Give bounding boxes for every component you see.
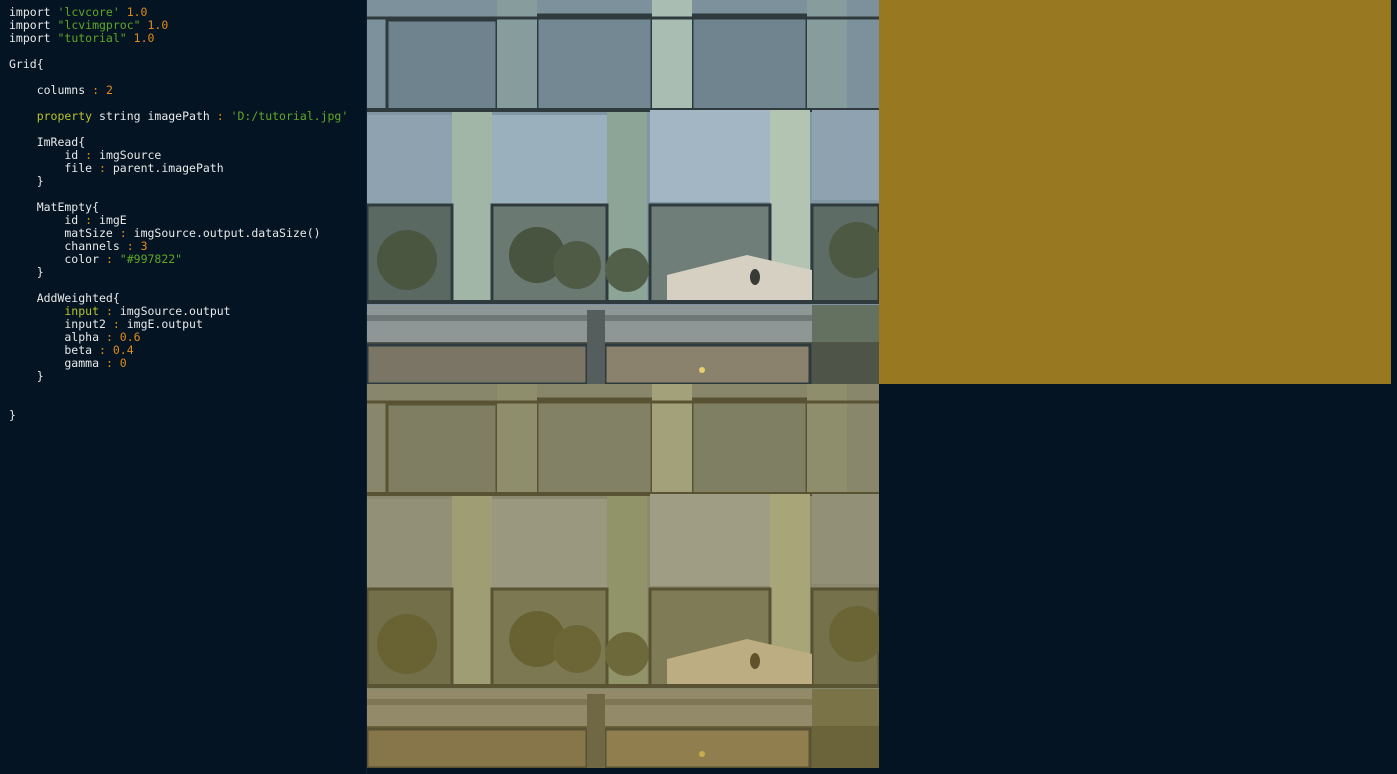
code-token: string imagePath xyxy=(92,109,217,123)
code-token: } xyxy=(9,174,44,188)
code-line[interactable]: file : parent.imagePath xyxy=(9,162,348,175)
code-token: property xyxy=(9,109,93,123)
code-token: "#997822" xyxy=(112,252,183,266)
code-token: columns xyxy=(9,83,93,97)
code-token: } xyxy=(9,408,16,422)
code-token: : xyxy=(216,109,224,123)
code-token: input xyxy=(9,304,100,318)
blend-tint-overlay xyxy=(367,384,879,768)
code-token: 0 xyxy=(112,356,127,370)
code-line[interactable]: gamma : 0 xyxy=(9,357,348,370)
code-token: : xyxy=(112,317,120,331)
code-token: : xyxy=(105,252,113,266)
code-token: imgSource.output xyxy=(112,304,231,318)
code-line[interactable]: Grid{ xyxy=(9,58,348,71)
code-line[interactable]: import "tutorial" 1.0 xyxy=(9,32,348,45)
empty-mat-color xyxy=(879,0,1391,384)
code-line[interactable]: } xyxy=(9,409,348,422)
code-line[interactable]: color : "#997822" xyxy=(9,253,348,266)
code-token: parent.imagePath xyxy=(105,161,224,175)
code-line[interactable]: property string imagePath : 'D:/tutorial… xyxy=(9,109,349,123)
code-token: id xyxy=(9,213,86,227)
code-token: 1.0 xyxy=(119,5,148,19)
code-text[interactable]: import 'lcvcore' 1.0 import "lcvimgproc" … xyxy=(9,6,348,422)
code-token: MatEmpty{ xyxy=(9,200,100,214)
code-token: : xyxy=(99,343,106,357)
code-line[interactable] xyxy=(9,383,348,396)
code-token: : xyxy=(99,161,106,175)
code-token: } xyxy=(9,369,44,383)
code-line[interactable]: } xyxy=(9,370,348,383)
code-token: 0.6 xyxy=(112,330,141,344)
code-token: ImRead{ xyxy=(9,135,86,149)
code-token: id xyxy=(9,148,86,162)
code-token: : xyxy=(119,226,127,240)
code-token: channels xyxy=(9,239,127,253)
code-token: : xyxy=(105,304,113,318)
code-line[interactable] xyxy=(9,45,348,58)
code-token: 'D:/tutorial.jpg' xyxy=(223,109,349,123)
code-token: 1.0 xyxy=(126,31,155,45)
code-token: imgE.output xyxy=(119,317,203,331)
code-token: color xyxy=(9,252,106,266)
code-line[interactable]: } xyxy=(9,266,348,279)
app-window: import 'lcvcore' 1.0 import "lcvimgproc" … xyxy=(0,0,1397,774)
code-token: gamma xyxy=(9,356,106,370)
code-token: import xyxy=(9,5,58,19)
code-line[interactable]: columns : 2 xyxy=(9,84,348,97)
code-token: } xyxy=(9,265,44,279)
code-token: input2 xyxy=(9,317,113,331)
code-token: beta xyxy=(9,343,100,357)
code-token: imgSource.output.dataSize() xyxy=(126,226,321,240)
code-token: 2 xyxy=(99,83,113,97)
code-token: AddWeighted{ xyxy=(9,291,120,305)
building-facade-photo xyxy=(367,0,879,384)
code-token: Grid{ xyxy=(9,57,44,71)
code-token: 3 xyxy=(133,239,148,253)
code-token: imgE xyxy=(92,213,127,227)
code-line[interactable] xyxy=(9,396,348,409)
code-token: : xyxy=(105,330,113,344)
code-token: : xyxy=(126,239,134,253)
code-editor[interactable]: import 'lcvcore' 1.0 import "lcvimgproc" … xyxy=(0,0,366,774)
code-token: 'lcvcore' xyxy=(57,5,120,19)
code-token: matSize xyxy=(9,226,120,240)
code-line[interactable]: } xyxy=(9,175,348,188)
code-token: import xyxy=(9,18,58,32)
code-token: : xyxy=(92,83,100,97)
code-token: 0.4 xyxy=(105,343,134,357)
code-token: 1.0 xyxy=(140,18,169,32)
code-token: import xyxy=(9,31,58,45)
code-token: imgSource xyxy=(92,148,162,162)
blended-image xyxy=(367,384,879,768)
code-token: "tutorial" xyxy=(57,31,127,45)
code-token: file xyxy=(9,161,100,175)
code-token: "lcvimgproc" xyxy=(57,18,141,32)
code-token: alpha xyxy=(9,330,106,344)
source-image xyxy=(367,0,879,384)
code-token: : xyxy=(105,356,113,370)
